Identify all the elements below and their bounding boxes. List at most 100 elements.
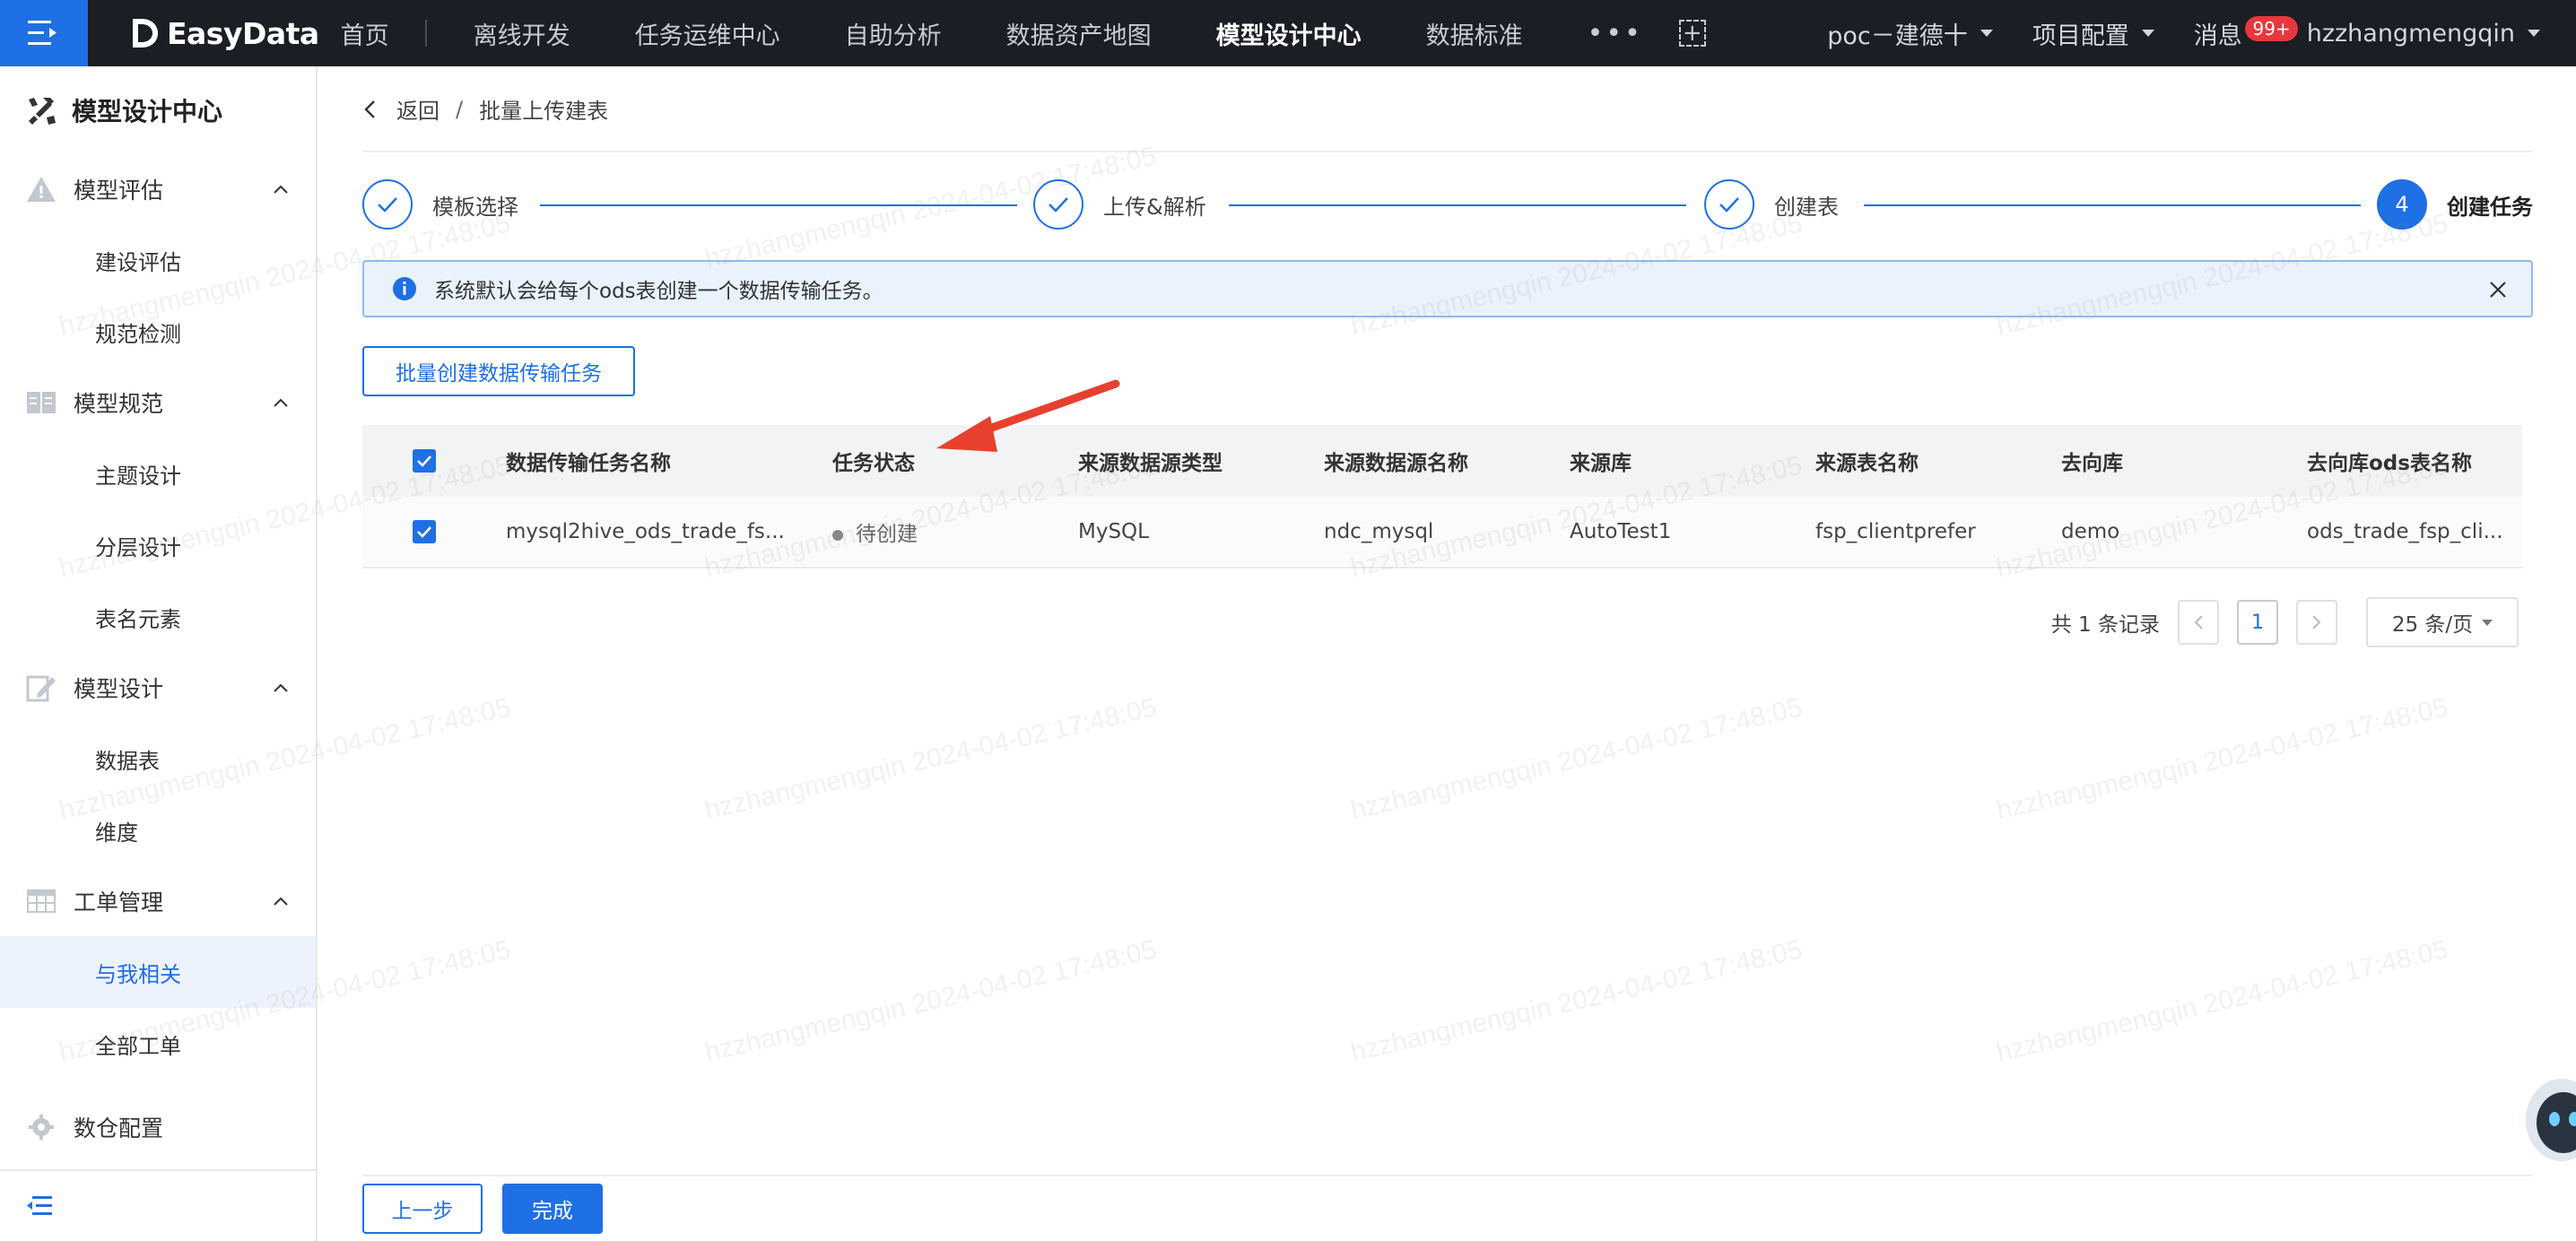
project-selector[interactable]: poc－建德十 <box>1807 16 2013 51</box>
sidebar-group-label: 数仓配置 <box>74 1115 164 1141</box>
sidebar-item-build-eval[interactable]: 建设评估 <box>0 224 316 296</box>
nav-more-button[interactable]: ••• <box>1555 18 1663 49</box>
top-navigation-bar: EasyData 首页 离线开发 任务运维中心 自助分析 数据资产地图 模型设计… <box>0 0 2576 66</box>
step-done-circle <box>1033 179 1083 230</box>
project-config-label: 项目配置 <box>2032 22 2129 50</box>
user-name: hzzhangmengqin <box>2306 19 2515 48</box>
source-db-cell: AutoTest1 <box>1570 520 1672 543</box>
step-done-circle <box>362 179 413 230</box>
plus-icon: + <box>1682 20 1702 47</box>
batch-create-transfer-task-button[interactable]: 批量创建数据传输任务 <box>362 346 635 396</box>
step-connector <box>540 204 1017 206</box>
sidebar-item-dimension[interactable]: 维度 <box>0 794 316 866</box>
menu-expand-icon <box>28 21 57 45</box>
sidebar-item-spec-check[interactable]: 规范检测 <box>0 296 316 368</box>
sidebar-group-model-eval[interactable]: 模型评估 <box>0 154 316 224</box>
add-shortcut-button[interactable]: + <box>1678 20 1706 47</box>
sidebar-group-ticket-mgmt[interactable]: 工单管理 <box>0 866 316 936</box>
step-connector <box>1864 204 2361 206</box>
messages-menu[interactable]: 消息 99+ <box>2174 15 2298 51</box>
sidebar-item-topic-design[interactable]: 主题设计 <box>0 438 316 509</box>
nav-item-self-analysis[interactable]: 自助分析 <box>813 0 974 66</box>
sidebar-item-data-table[interactable]: 数据表 <box>0 723 316 794</box>
sidebar-item-all-tickets[interactable]: 全部工单 <box>0 1008 316 1080</box>
previous-step-button[interactable]: 上一步 <box>362 1184 483 1234</box>
page-number-button[interactable]: 1 <box>2237 600 2278 645</box>
table-header: 数据传输任务名称 任务状态 来源数据源类型 来源数据源名称 来源库 来源表名称 … <box>362 425 2522 497</box>
sidebar-group-label: 模型评估 <box>74 178 164 204</box>
nav-item-offline-dev[interactable]: 离线开发 <box>441 0 603 66</box>
chevron-left-icon <box>2194 615 2203 629</box>
main-nav: 首页 离线开发 任务运维中心 自助分析 数据资产地图 模型设计中心 数据标准 •… <box>341 0 1706 66</box>
menu-toggle-button[interactable] <box>0 0 88 66</box>
column-header: 去向库ods表名称 <box>2307 452 2472 475</box>
close-icon[interactable] <box>2488 280 2508 299</box>
select-all-checkbox[interactable] <box>413 449 436 473</box>
step-done-circle <box>1704 179 1754 230</box>
step-progress: 模板选择 上传&解析 创建表 4 创建任务 <box>362 179 2533 233</box>
sidebar-item-table-name-elements[interactable]: 表名元素 <box>0 581 316 653</box>
step-connector <box>1229 204 1686 206</box>
main-content: 返回 / 批量上传建表 模板选择 上传&解析 创建表 4 创建任务 系统默认会给… <box>319 66 2576 1241</box>
check-icon <box>1719 197 1739 213</box>
step-template-select: 模板选择 <box>362 179 518 230</box>
sidebar-group-label: 工单管理 <box>74 890 164 916</box>
source-name-cell: ndc_mysql <box>1324 520 1434 543</box>
nav-item-home[interactable]: 首页 <box>341 0 422 66</box>
chevron-left-icon[interactable] <box>362 100 379 119</box>
step-create-table: 创建表 <box>1704 179 1839 230</box>
task-status-text: 待创建 <box>856 523 918 546</box>
nav-item-task-ops[interactable]: 任务运维中心 <box>603 0 813 66</box>
sidebar-item-layer-design[interactable]: 分层设计 <box>0 509 316 581</box>
breadcrumb-current: 批量上传建表 <box>479 99 609 124</box>
step-upload-parse: 上传&解析 <box>1033 179 1206 230</box>
annotation-arrow-icon <box>936 379 1120 452</box>
back-link[interactable]: 返回 <box>396 93 439 125</box>
assistant-robot-icon[interactable] <box>2519 1071 2576 1169</box>
header-select-all <box>362 449 506 473</box>
collapse-menu-icon <box>27 1196 52 1215</box>
chevron-up-icon <box>274 185 288 194</box>
step-label: 模板选择 <box>432 194 518 220</box>
sidebar-group-model-spec[interactable]: 模型规范 <box>0 368 316 438</box>
table-grid-icon <box>27 890 56 913</box>
column-header: 来源库 <box>1570 452 1632 475</box>
step-current-circle: 4 <box>2377 179 2427 230</box>
project-name: poc－建德十 <box>1827 22 1968 50</box>
page-size-value: 25 条/页 <box>2391 613 2474 637</box>
sidebar-item-related-to-me[interactable]: 与我相关 <box>0 936 316 1008</box>
check-icon <box>417 456 431 467</box>
check-icon <box>378 197 397 213</box>
info-icon <box>393 277 416 300</box>
next-page-button[interactable] <box>2296 600 2337 645</box>
sidebar-group-warehouse-config[interactable]: 数仓配置 <box>0 1092 316 1162</box>
project-config-menu[interactable]: 项目配置 <box>2013 16 2174 51</box>
user-menu[interactable]: hzzhangmengqin <box>2287 20 2576 48</box>
nav-item-data-standard[interactable]: 数据标准 <box>1394 0 1555 66</box>
page-size-select[interactable]: 25 条/页 <box>2366 597 2519 647</box>
total-records: 共 1 条记录 <box>2050 613 2160 637</box>
task-name-cell: mysql2hive_ods_trade_fs... <box>506 520 785 543</box>
divider <box>362 151 2533 152</box>
sidebar-title-text: 模型设计中心 <box>72 97 223 126</box>
sidebar-group-model-design[interactable]: 模型设计 <box>0 653 316 723</box>
messages-label: 消息 <box>2193 22 2242 50</box>
sidebar: 模型设计中心 模型评估 建设评估 规范检测 模型规范 主题设计 分层设计 表名元… <box>0 66 318 1241</box>
chevron-up-icon <box>274 683 288 692</box>
chevron-up-icon <box>274 398 288 407</box>
alert-text: 系统默认会给每个ods表创建一个数据传输任务。 <box>434 280 883 303</box>
sidebar-group-label: 模型设计 <box>74 676 164 702</box>
column-header: 来源数据源名称 <box>1324 452 1468 475</box>
table-row[interactable]: mysql2hive_ods_trade_fs... 待创建 MySQL ndc… <box>362 497 2522 568</box>
nav-item-data-asset-map[interactable]: 数据资产地图 <box>974 0 1184 66</box>
row-select <box>362 520 506 543</box>
header-right: poc－建德十 项目配置 消息 99+ hzzhangmengqin <box>1807 0 2576 66</box>
row-checkbox[interactable] <box>413 520 436 543</box>
sidebar-collapse-button[interactable] <box>0 1169 316 1241</box>
nav-item-model-design-center[interactable]: 模型设计中心 <box>1184 0 1394 66</box>
finish-button[interactable]: 完成 <box>502 1184 603 1234</box>
brand-logo[interactable]: EasyData <box>129 0 319 66</box>
prev-page-button[interactable] <box>2178 600 2219 645</box>
caret-down-icon <box>2528 30 2540 37</box>
source-type-cell: MySQL <box>1078 520 1149 543</box>
